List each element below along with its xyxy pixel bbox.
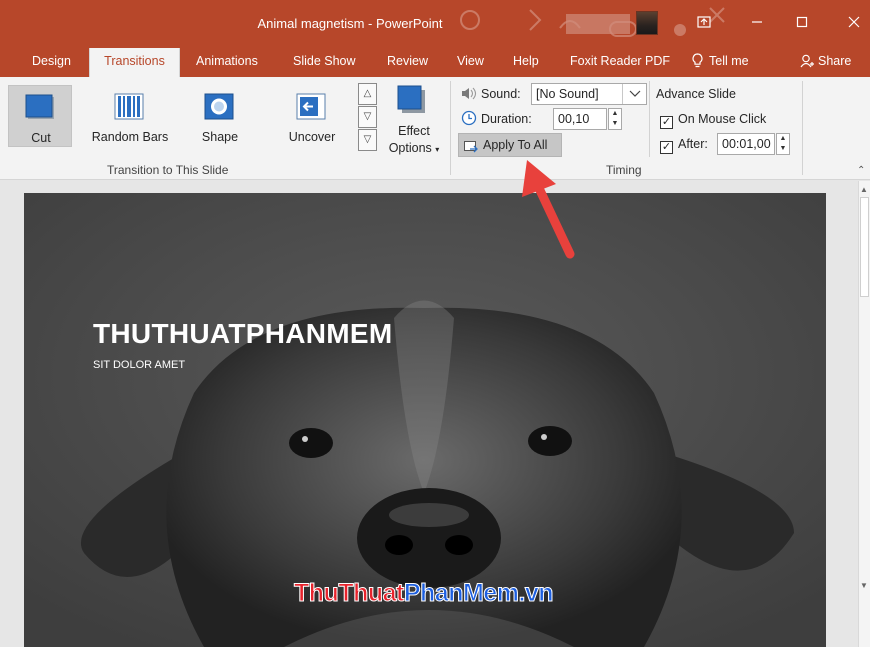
- watermark-part3: .vn: [518, 579, 554, 608]
- transition-shape-label: Shape: [201, 130, 239, 144]
- vertical-scrollbar[interactable]: ▲ ▼: [858, 181, 870, 647]
- person-icon: [800, 51, 814, 78]
- after-spinner[interactable]: ▲ ▼: [776, 133, 790, 155]
- uncover-transition-icon: [296, 93, 326, 120]
- watermark-logo: ThuThuatPhanMem.vn: [294, 579, 555, 608]
- tab-slide-show[interactable]: Slide Show: [293, 48, 356, 77]
- collapse-ribbon-icon[interactable]: ⌃: [857, 165, 865, 176]
- apply-to-all-icon: [464, 139, 479, 161]
- group-label-transition: Transition to This Slide: [107, 163, 229, 177]
- apply-to-all-button[interactable]: Apply To All: [458, 133, 562, 157]
- effect-options-icon: [397, 85, 425, 113]
- duration-value: 00,10: [558, 112, 590, 126]
- tab-view[interactable]: View: [457, 48, 484, 77]
- maximize-icon[interactable]: [790, 12, 814, 34]
- shape-transition-icon: [204, 93, 234, 120]
- duration-input[interactable]: 00,10: [553, 108, 607, 130]
- scroll-down-icon[interactable]: ▼: [860, 581, 868, 590]
- random-bars-icon: [114, 93, 144, 120]
- after-checkbox[interactable]: ✓ After:: [660, 133, 708, 155]
- advance-slide-heading: Advance Slide: [656, 87, 736, 101]
- minimize-icon[interactable]: [745, 12, 769, 34]
- scroll-thumb[interactable]: [860, 197, 869, 297]
- transition-uncover[interactable]: Uncover: [280, 85, 344, 147]
- checkmark-icon: ✓: [660, 116, 673, 129]
- tell-me-button[interactable]: Tell me: [692, 48, 749, 77]
- group-separator: [450, 81, 451, 175]
- effect-options-button[interactable]: Effect Options ▾: [382, 85, 446, 165]
- transition-random-bars-label: Random Bars: [91, 130, 169, 144]
- duration-label: Duration:: [481, 112, 532, 126]
- gallery-scroll: △ ▽ ▽: [358, 83, 378, 151]
- ribbon: Cut Random Bars Shape Uncover △ ▽ ▽ Effe…: [0, 77, 870, 180]
- effect-options-label-line1: Effect: [398, 124, 430, 138]
- duration-spinner[interactable]: ▲ ▼: [608, 108, 622, 130]
- tab-foxit-reader-pdf[interactable]: Foxit Reader PDF: [570, 48, 670, 77]
- ribbon-display-options-icon[interactable]: [692, 12, 716, 34]
- transition-cut[interactable]: Cut: [8, 85, 72, 147]
- chevron-down-icon: [622, 84, 646, 104]
- after-value: 00:01,00: [722, 137, 771, 151]
- gallery-scroll-down-icon[interactable]: ▽: [358, 106, 377, 128]
- tab-animations[interactable]: Animations: [196, 48, 258, 77]
- checkmark-icon: ✓: [660, 141, 673, 154]
- tab-help[interactable]: Help: [513, 48, 539, 77]
- after-label: After:: [678, 137, 708, 151]
- share-button[interactable]: Share: [800, 48, 851, 77]
- watermark-part1: ThuThuat: [294, 579, 405, 608]
- after-time-input[interactable]: 00:01,00: [717, 133, 775, 155]
- speaker-icon: [461, 85, 477, 107]
- slide-subtitle[interactable]: SIT DOLOR AMET: [93, 359, 185, 371]
- watermark-part2: PhanMem: [403, 579, 519, 608]
- on-mouse-click-checkbox[interactable]: ✓ On Mouse Click: [660, 108, 766, 130]
- transition-cut-label: Cut: [31, 131, 51, 145]
- sound-value: [No Sound]: [536, 87, 599, 101]
- avatar[interactable]: [636, 11, 658, 35]
- transition-shape[interactable]: Shape: [188, 85, 252, 147]
- close-icon[interactable]: [842, 12, 866, 34]
- effect-options-line2-wrap: Options ▾: [382, 141, 446, 155]
- sound-row: Sound:: [461, 83, 521, 105]
- slide-editor: THUTHUATPHANMEM SIT DOLOR AMET ThuThuatP…: [0, 181, 870, 647]
- dropdown-caret-icon: ▾: [435, 145, 440, 154]
- tab-transitions[interactable]: Transitions: [89, 48, 180, 77]
- cut-transition-icon: [25, 94, 54, 119]
- account-name-blurred: [566, 14, 630, 34]
- lightbulb-icon: [692, 51, 703, 78]
- apply-to-all-label: Apply To All: [483, 138, 548, 152]
- tell-me-label: Tell me: [709, 54, 749, 68]
- effect-options-label-line2: Options: [388, 141, 432, 155]
- tab-design[interactable]: Design: [32, 48, 71, 77]
- sound-label: Sound:: [481, 87, 521, 101]
- scroll-up-icon[interactable]: ▲: [860, 185, 868, 194]
- title-bar: Animal magnetism - PowerPoint: [0, 0, 870, 48]
- tab-review[interactable]: Review: [387, 48, 428, 77]
- share-label: Share: [818, 54, 852, 68]
- transition-random-bars[interactable]: Random Bars: [92, 85, 168, 147]
- sound-dropdown[interactable]: [No Sound]: [531, 83, 647, 105]
- slide-canvas[interactable]: THUTHUATPHANMEM SIT DOLOR AMET ThuThuatP…: [24, 193, 826, 647]
- on-mouse-click-label: On Mouse Click: [678, 112, 767, 126]
- ribbon-tabs: Design Transitions Animations Slide Show…: [0, 48, 870, 77]
- duration-row: Duration:: [461, 108, 532, 130]
- gallery-scroll-up-icon[interactable]: △: [358, 83, 377, 105]
- group-label-timing: Timing: [606, 163, 642, 177]
- timing-separator: [649, 81, 650, 157]
- slide-title[interactable]: THUTHUATPHANMEM: [93, 318, 393, 350]
- transition-uncover-label: Uncover: [288, 130, 336, 144]
- group-separator: [802, 81, 803, 175]
- clock-icon: [461, 110, 477, 133]
- gallery-more-icon[interactable]: ▽: [358, 129, 377, 151]
